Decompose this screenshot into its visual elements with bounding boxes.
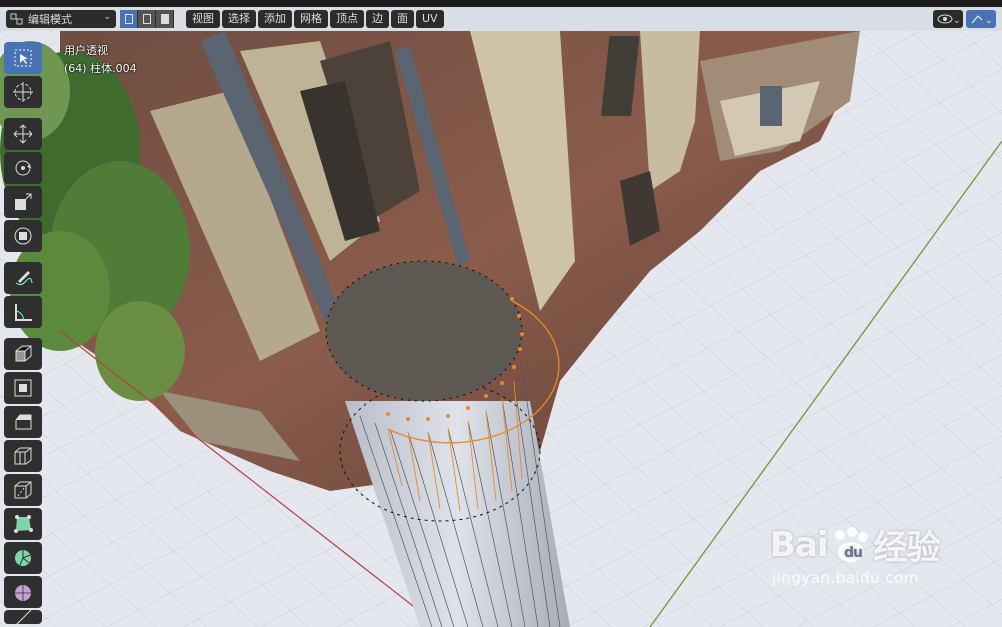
mode-dropdown[interactable]: 编辑模式 ⌄ <box>6 10 116 28</box>
annotate-tool[interactable] <box>4 262 42 294</box>
menu-mesh[interactable]: 网格 <box>294 10 328 28</box>
tool-shelf <box>4 40 46 626</box>
svg-text:⌄: ⌄ <box>985 16 992 25</box>
edit-mode-icon <box>10 13 24 25</box>
viewport-info: 用户透视 (64) 柱体.004 <box>64 42 137 78</box>
scale-tool[interactable] <box>4 186 42 218</box>
poly-build-tool[interactable] <box>4 508 42 540</box>
menu-select[interactable]: 选择 <box>222 10 256 28</box>
object-info: (64) 柱体.004 <box>64 62 137 75</box>
watermark-suffix: 经验 <box>873 528 941 568</box>
bevel-tool[interactable] <box>4 406 42 438</box>
move-tool[interactable] <box>4 118 42 150</box>
extrude-region-tool[interactable] <box>4 338 42 370</box>
select-box-tool[interactable] <box>4 42 42 74</box>
transform-tool[interactable] <box>4 220 42 252</box>
gizmo-button[interactable]: ⌄ <box>966 10 996 28</box>
visibility-button[interactable]: ⌄ <box>933 10 963 28</box>
move-icon <box>13 124 33 144</box>
svg-text:du: du <box>844 545 862 561</box>
svg-text:⌄: ⌄ <box>953 16 959 25</box>
knife-tool[interactable] <box>4 474 42 506</box>
menu-view[interactable]: 视图 <box>186 10 220 28</box>
measure-tool[interactable] <box>4 296 42 328</box>
select-mode-group <box>120 10 174 28</box>
smooth-icon <box>15 585 31 601</box>
cursor-tool[interactable] <box>4 76 42 108</box>
gizmo-icon: ⌄ <box>971 15 992 25</box>
scale-icon <box>15 193 32 210</box>
eye-icon: ⌄ <box>937 14 959 25</box>
vertex-select-button[interactable] <box>120 10 138 28</box>
paw-icon: du <box>830 526 872 563</box>
menu-uv[interactable]: UV <box>416 10 444 28</box>
menu-face[interactable]: 面 <box>391 10 414 28</box>
edge-select-button[interactable] <box>138 10 156 28</box>
knife-icon <box>14 481 32 499</box>
cursor-icon <box>13 82 33 102</box>
measure-icon <box>15 304 32 321</box>
inset-faces-tool[interactable] <box>4 372 42 404</box>
transform-icon <box>14 227 32 245</box>
menu-add[interactable]: 添加 <box>258 10 292 28</box>
rotate-icon <box>15 160 31 176</box>
menu-bar: 视图 选择 添加 网格 顶点 边 面 UV <box>186 10 444 28</box>
rotate-tool[interactable] <box>4 152 42 184</box>
loop-cut-icon <box>14 447 32 465</box>
spin-tool[interactable] <box>4 542 42 574</box>
header-right: ⌄ ⌄ <box>933 10 996 28</box>
menu-vertex[interactable]: 顶点 <box>330 10 364 28</box>
inset-icon <box>14 379 32 397</box>
select-box-icon <box>14 49 32 67</box>
poly-build-icon <box>14 515 33 533</box>
shrink-fatten-tool[interactable] <box>4 610 42 624</box>
view-name: 用户透视 <box>64 44 108 57</box>
bevel-icon <box>15 414 32 430</box>
top-bar <box>0 0 1002 7</box>
loop-cut-tool[interactable] <box>4 440 42 472</box>
extrude-icon <box>15 345 32 362</box>
chevron-down-icon: ⌄ <box>103 12 111 22</box>
baidu-watermark: Bai du 经验 jingyan.baidu.com <box>770 520 941 588</box>
annotate-icon <box>15 271 33 286</box>
shrink-fatten-icon <box>16 610 32 624</box>
watermark-url: jingyan.baidu.com <box>772 569 919 587</box>
spin-icon <box>15 550 31 566</box>
3d-viewport[interactable]: 用户透视 (64) 柱体.004 Bai du 经验 jingyan.baidu… <box>0 31 1002 627</box>
viewport-header: 编辑模式 ⌄ 视图 选择 添加 网格 顶点 边 面 UV ⌄ ⌄ <box>0 7 1002 31</box>
mode-label: 编辑模式 <box>28 13 72 26</box>
face-select-button[interactable] <box>156 10 174 28</box>
smooth-tool[interactable] <box>4 576 42 608</box>
menu-edge[interactable]: 边 <box>366 10 389 28</box>
watermark-brand: Bai <box>770 524 829 565</box>
